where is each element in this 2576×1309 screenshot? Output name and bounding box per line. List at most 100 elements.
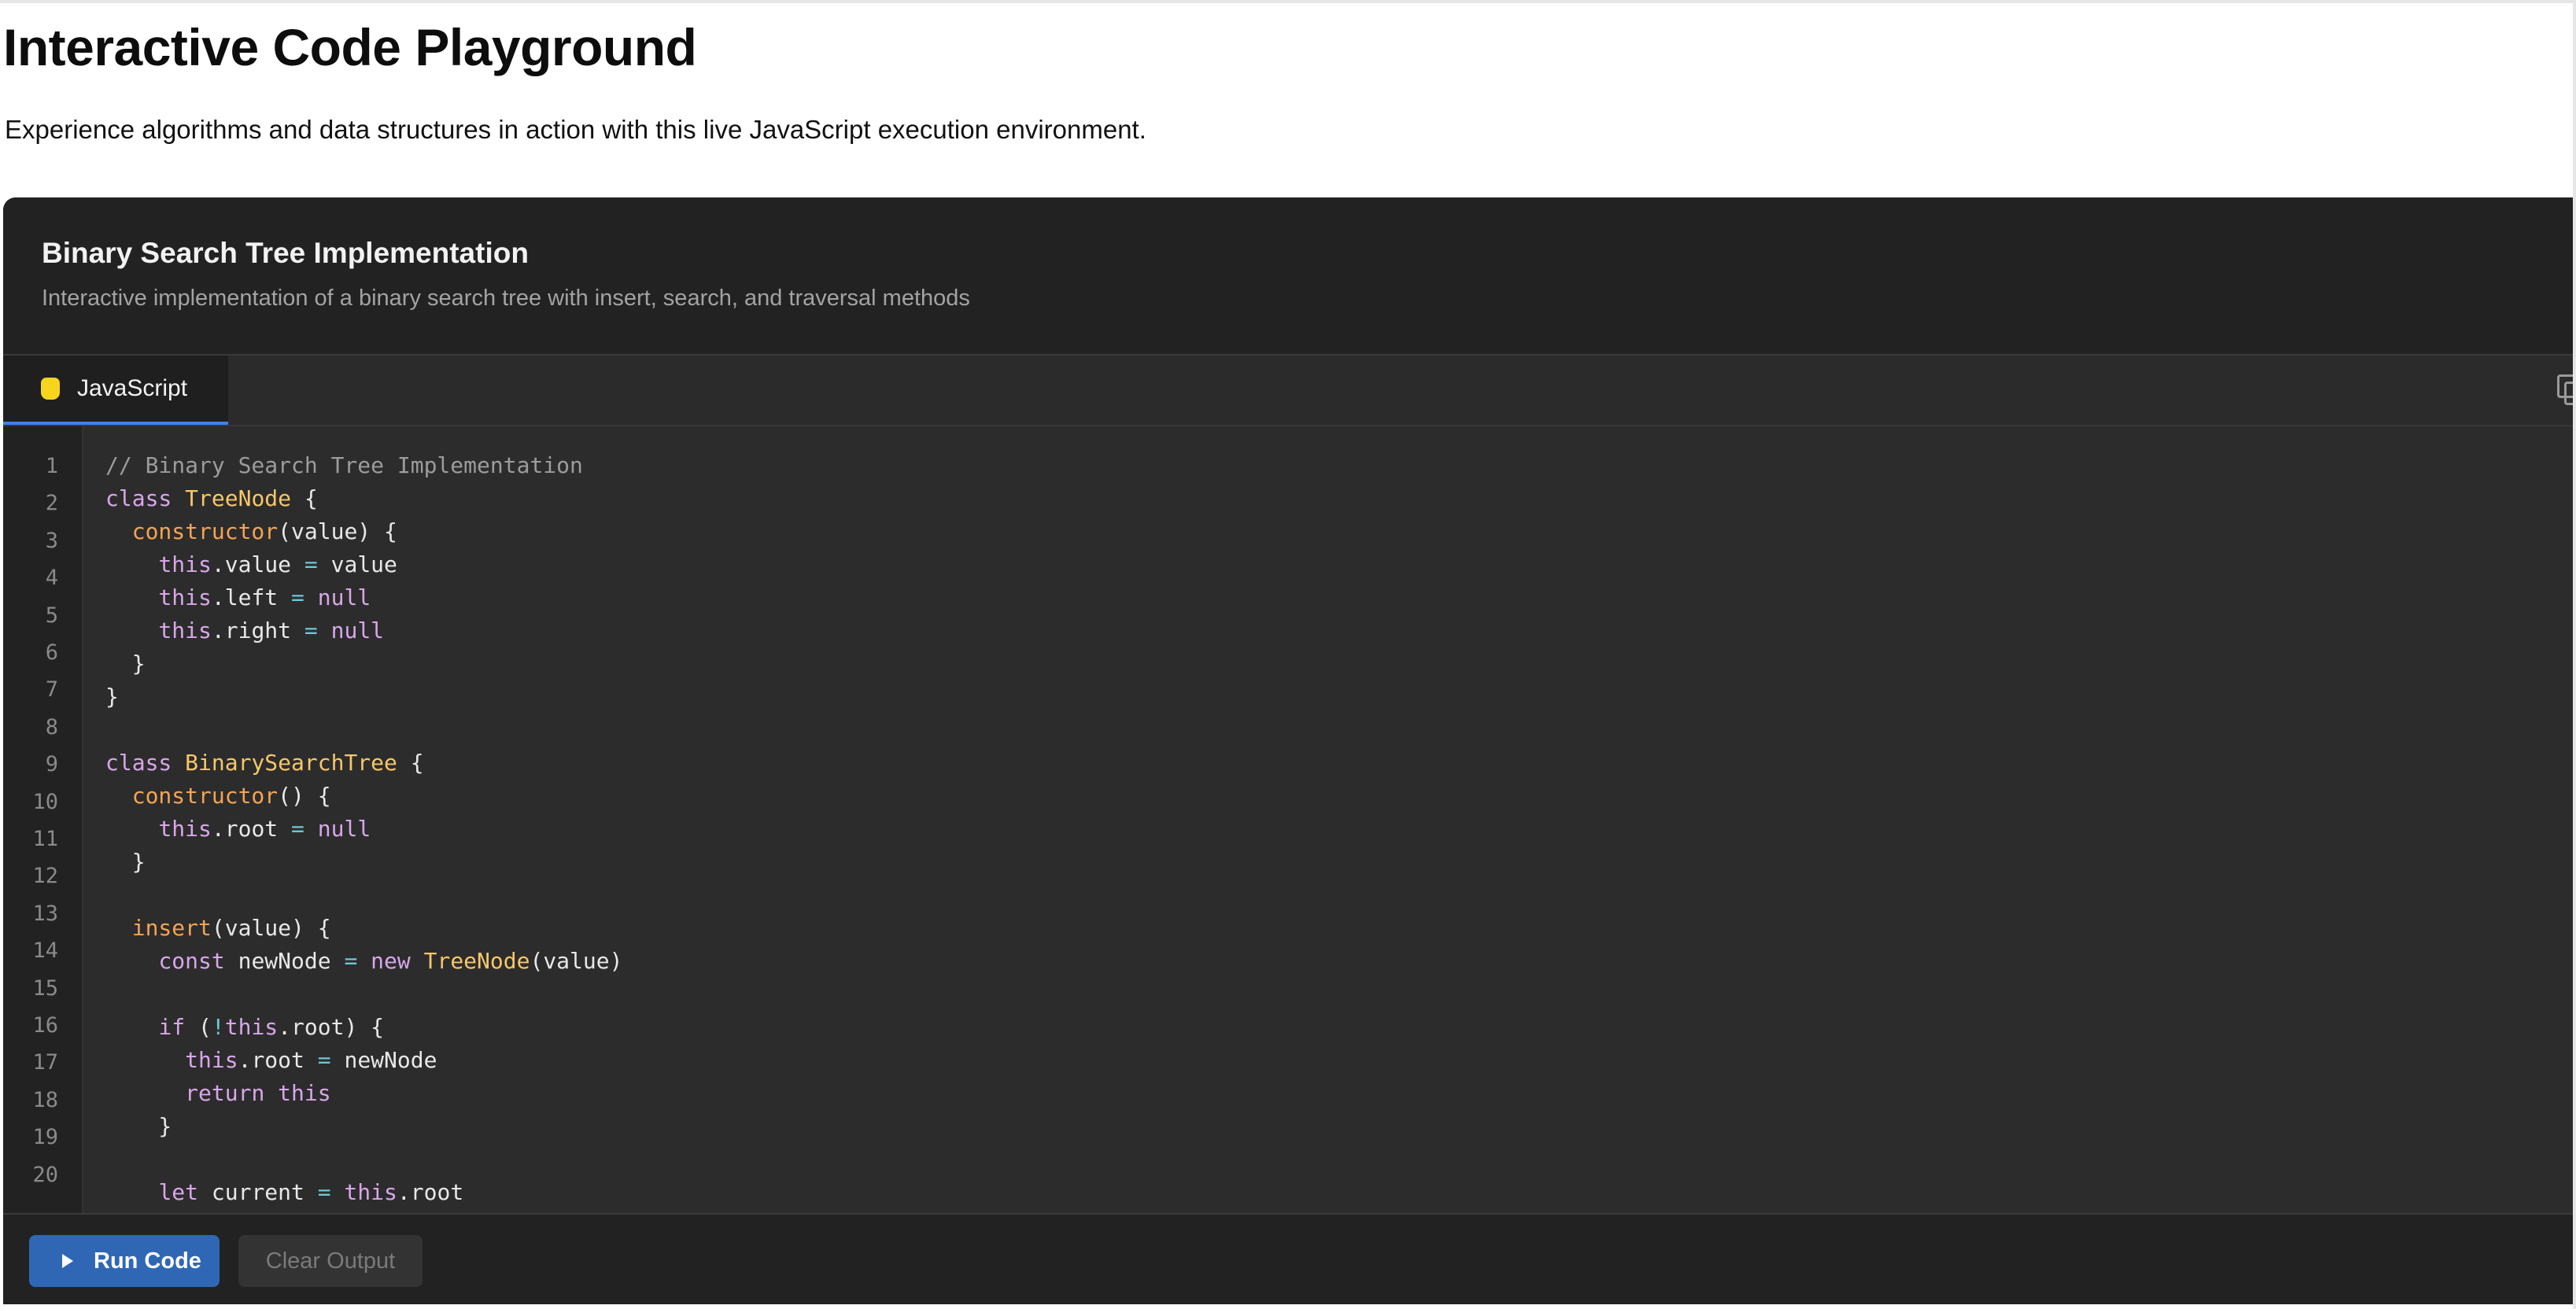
code-token: newNode	[330, 1047, 437, 1073]
code-token: =	[304, 618, 318, 643]
code-token: class	[105, 485, 186, 511]
line-number: 3	[45, 528, 58, 553]
line-number: 5	[45, 603, 58, 628]
code-token: this	[224, 1014, 279, 1040]
code-line: this.right = null	[105, 618, 384, 643]
code-token: =	[304, 551, 318, 577]
code-line: this.root = null	[105, 817, 371, 842]
code-token: this	[278, 1080, 331, 1106]
tab-javascript[interactable]: JavaScript	[3, 356, 228, 425]
code-line: // Binary Search Tree Implementation	[105, 453, 583, 478]
code-token: let	[158, 1179, 199, 1205]
code-token: this	[185, 1047, 238, 1073]
clear-output-button[interactable]: Clear Output	[238, 1235, 423, 1287]
code-token: TreeNode	[423, 948, 530, 974]
code-token: =	[291, 584, 304, 610]
line-number: 20	[32, 1162, 58, 1187]
code-token: this	[344, 1179, 397, 1205]
code-token: new	[371, 948, 411, 974]
playground-description: Interactive implementation of a binary s…	[42, 286, 970, 311]
run-code-button[interactable]: Run Code	[29, 1235, 220, 1287]
code-line: }	[105, 651, 146, 677]
code-token: .right	[211, 618, 304, 643]
code-token: () {	[278, 783, 331, 809]
code-token: const	[158, 948, 225, 974]
line-number: 16	[32, 1013, 58, 1038]
code-token: constructor	[131, 518, 279, 544]
code-token: }	[105, 849, 146, 875]
playground-footer: Run Code Clear Output	[3, 1213, 2573, 1304]
page-title: Interactive Code Playground	[3, 18, 697, 76]
code-token: =	[344, 948, 358, 974]
code-token: this	[158, 551, 212, 577]
line-number: 4	[45, 566, 58, 591]
copy-icon[interactable]	[2557, 374, 2573, 405]
line-number: 6	[45, 640, 58, 665]
code-token: BinarySearchTree	[185, 750, 397, 776]
code-line: class BinarySearchTree {	[105, 750, 424, 776]
code-token: }	[105, 651, 146, 677]
code-token: (value)	[530, 948, 623, 974]
play-icon	[62, 1254, 73, 1268]
run-code-label: Run Code	[94, 1248, 201, 1274]
code-editor[interactable]: 1 2 3 4 5 6 7 8 9 10 11 12 13 14 15 16 17 18 19 20 // Binar…	[3, 426, 2573, 1213]
line-number: 13	[32, 901, 58, 926]
code-token: null	[317, 816, 371, 842]
code-token: this	[158, 618, 212, 643]
code-line: }	[105, 1114, 172, 1139]
code-token: (value) {	[211, 915, 331, 941]
code-token: this	[158, 816, 212, 842]
line-number: 15	[32, 975, 58, 1001]
code-line: this.left = null	[105, 585, 371, 610]
code-token: TreeNode	[185, 485, 292, 511]
code-token: class	[105, 750, 186, 776]
language-tabbar: JavaScript	[3, 356, 2573, 426]
line-number: 12	[32, 864, 58, 889]
line-number: 19	[32, 1125, 58, 1150]
line-number: 18	[32, 1087, 58, 1112]
code-token: .root	[238, 1047, 318, 1073]
line-number: 10	[32, 789, 58, 814]
code-token: this	[158, 584, 212, 610]
page-subtitle: Experience algorithms and data structure…	[5, 115, 1146, 144]
code-token: }	[105, 684, 119, 710]
line-number: 11	[32, 827, 58, 851]
playground-title: Binary Search Tree Implementation	[42, 237, 529, 269]
top-border	[0, 0, 2576, 3]
code-line: constructor() {	[105, 784, 331, 809]
right-border	[2573, 0, 2576, 1309]
code-line: let current = this.root	[105, 1180, 463, 1205]
code-token: .root) {	[278, 1014, 385, 1040]
code-token: current	[198, 1179, 318, 1205]
code-line: this.root = newNode	[105, 1048, 437, 1073]
code-token: constructor	[131, 783, 279, 809]
playground-header: Binary Search Tree Implementation Intera…	[3, 197, 2573, 356]
code-token: {	[397, 750, 424, 776]
code-token: return	[185, 1080, 265, 1106]
line-number: 7	[45, 677, 58, 702]
code-line: const newNode = new TreeNode(value)	[105, 949, 622, 974]
code-line: class TreeNode {	[105, 486, 318, 511]
code-line: if (!this.root) {	[105, 1015, 384, 1040]
line-number: 9	[45, 752, 58, 777]
code-token: (	[185, 1014, 212, 1040]
code-token: =	[317, 1047, 331, 1073]
code-token: null	[317, 584, 371, 610]
code-line: return this	[105, 1080, 331, 1106]
tab-label: JavaScript	[77, 375, 188, 401]
